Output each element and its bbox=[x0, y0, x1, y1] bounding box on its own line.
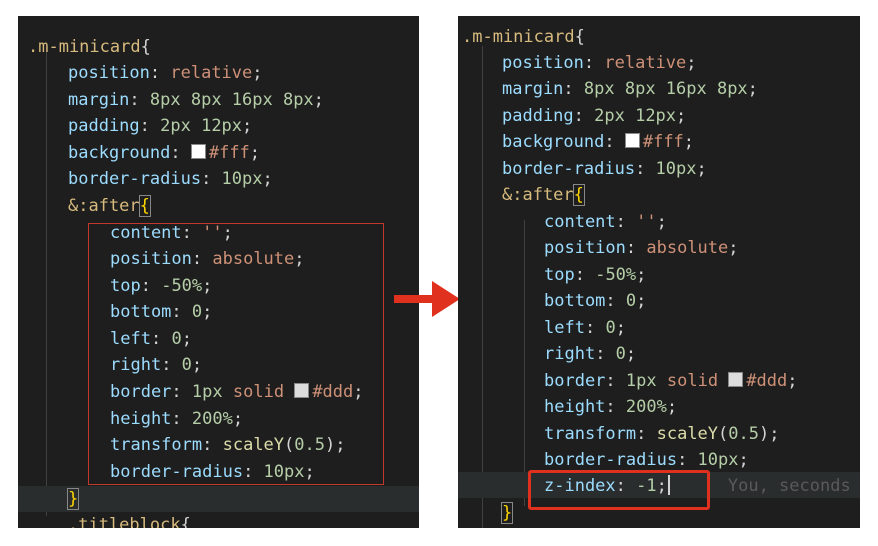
property-name: left bbox=[544, 318, 585, 338]
property-name: position bbox=[502, 53, 584, 73]
open-brace: { bbox=[180, 515, 191, 528]
selector: &:after bbox=[502, 185, 574, 205]
code-line[interactable]: border-radius: 10px; bbox=[502, 156, 707, 182]
code-line[interactable]: margin: 8px 8px 16px 8px; bbox=[68, 87, 324, 113]
code-line[interactable]: margin: 8px 8px 16px 8px; bbox=[502, 76, 758, 102]
code-line[interactable]: border: 1px solid #ddd; bbox=[544, 368, 798, 394]
property-name: border-radius bbox=[544, 450, 678, 470]
property-value: 8px 8px 16px 8px bbox=[583, 79, 748, 99]
property-value: #fff bbox=[208, 143, 250, 163]
color-swatch[interactable] bbox=[190, 144, 206, 159]
property-value: 200% bbox=[625, 397, 667, 417]
property-name: background bbox=[502, 132, 605, 152]
selector: &:after bbox=[68, 196, 140, 216]
property-name: padding bbox=[68, 116, 140, 136]
open-brace: { bbox=[574, 27, 585, 47]
property-name: border bbox=[544, 371, 606, 391]
code-editor-before[interactable]: .m-minicard{ position: relative; margin:… bbox=[18, 16, 419, 528]
close-brace: } bbox=[500, 502, 514, 524]
code-line[interactable]: bottom: 0; bbox=[544, 288, 646, 314]
code-line[interactable]: position: relative; bbox=[68, 60, 263, 86]
property-value: 10px bbox=[221, 169, 263, 189]
code-line[interactable]: .titleblock{ bbox=[68, 512, 191, 528]
property-value: #fff bbox=[642, 132, 684, 152]
code-line[interactable]: top: -50%; bbox=[544, 262, 646, 288]
property-name: margin bbox=[502, 79, 564, 99]
color-swatch[interactable] bbox=[728, 372, 744, 387]
code-line[interactable]: height: 200%; bbox=[544, 394, 677, 420]
code-line[interactable]: .m-minicard{ bbox=[462, 24, 585, 50]
property-value: 0 bbox=[605, 318, 616, 338]
property-name: top bbox=[544, 265, 575, 285]
code-line[interactable]: background: #fff; bbox=[68, 140, 260, 166]
property-value: relative bbox=[604, 53, 687, 73]
code-line[interactable]: content: ''; bbox=[544, 209, 667, 235]
property-value: 10px bbox=[655, 159, 697, 179]
code-line[interactable]: padding: 2px 12px; bbox=[502, 103, 686, 129]
property-value: solid bbox=[666, 371, 719, 391]
property-name: bottom bbox=[544, 291, 606, 311]
indent-guide bbox=[482, 46, 483, 528]
code-editor-after[interactable]: .m-minicard{ position: relative; margin:… bbox=[458, 16, 860, 528]
property-value: 10px bbox=[697, 450, 739, 470]
property-name: margin bbox=[68, 90, 130, 110]
function-name: scaleY bbox=[656, 424, 719, 444]
property-name: padding bbox=[502, 106, 574, 126]
selector: .m-minicard bbox=[462, 27, 575, 47]
property-value: 2px 12px bbox=[160, 116, 243, 136]
property-name: position bbox=[544, 238, 626, 258]
property-value: -50% bbox=[595, 265, 637, 285]
color-swatch[interactable] bbox=[624, 133, 640, 148]
open-brace: { bbox=[140, 37, 151, 57]
code-line[interactable]: &:after{ bbox=[502, 182, 585, 208]
selector: .titleblock bbox=[68, 515, 181, 528]
code-line[interactable]: right: 0; bbox=[544, 341, 636, 367]
property-name: height bbox=[544, 397, 606, 417]
code-line[interactable]: } bbox=[66, 486, 80, 512]
property-name: border-radius bbox=[502, 159, 636, 179]
property-value: #ddd bbox=[746, 371, 788, 391]
close-brace: } bbox=[66, 488, 80, 510]
property-value: 0.5 bbox=[728, 424, 759, 444]
code-line[interactable]: left: 0; bbox=[544, 315, 626, 341]
indent-guide bbox=[524, 220, 525, 506]
property-value: '' bbox=[636, 212, 657, 232]
property-value: 8px 8px 16px 8px bbox=[149, 90, 314, 110]
code-line[interactable]: border-radius: 10px; bbox=[68, 166, 273, 192]
selector: .m-minicard bbox=[28, 37, 141, 57]
property-name: transform bbox=[544, 424, 637, 444]
arrow-right-icon bbox=[394, 281, 460, 317]
open-brace: { bbox=[138, 195, 151, 217]
code-line[interactable]: background: #fff; bbox=[502, 129, 694, 155]
property-name: right bbox=[544, 344, 596, 364]
indent-guide bbox=[46, 46, 47, 516]
git-blame-annotation: You, seconds bbox=[727, 476, 851, 496]
code-line[interactable]: transform: scaleY(0.5); bbox=[544, 421, 779, 447]
property-value: 1px bbox=[625, 371, 657, 391]
code-line[interactable]: padding: 2px 12px; bbox=[68, 113, 252, 139]
code-line[interactable]: } bbox=[500, 500, 514, 526]
code-line[interactable]: .m-minicard{ bbox=[28, 34, 151, 60]
code-line[interactable]: position: absolute; bbox=[544, 235, 739, 261]
code-line[interactable]: position: relative; bbox=[502, 50, 697, 76]
property-value: absolute bbox=[646, 238, 729, 258]
code-line[interactable]: &:after{ bbox=[68, 193, 151, 219]
property-value: 0 bbox=[625, 291, 637, 311]
property-name: content bbox=[544, 212, 616, 232]
property-value: 0 bbox=[615, 344, 626, 364]
property-name: border-radius bbox=[68, 169, 202, 189]
open-brace: { bbox=[572, 184, 585, 206]
property-value: relative bbox=[170, 63, 253, 83]
property-name: background bbox=[68, 143, 171, 163]
property-value: 2px 12px bbox=[594, 106, 677, 126]
highlight-box bbox=[88, 223, 384, 485]
highlight-box bbox=[528, 470, 710, 510]
property-name: position bbox=[68, 63, 150, 83]
